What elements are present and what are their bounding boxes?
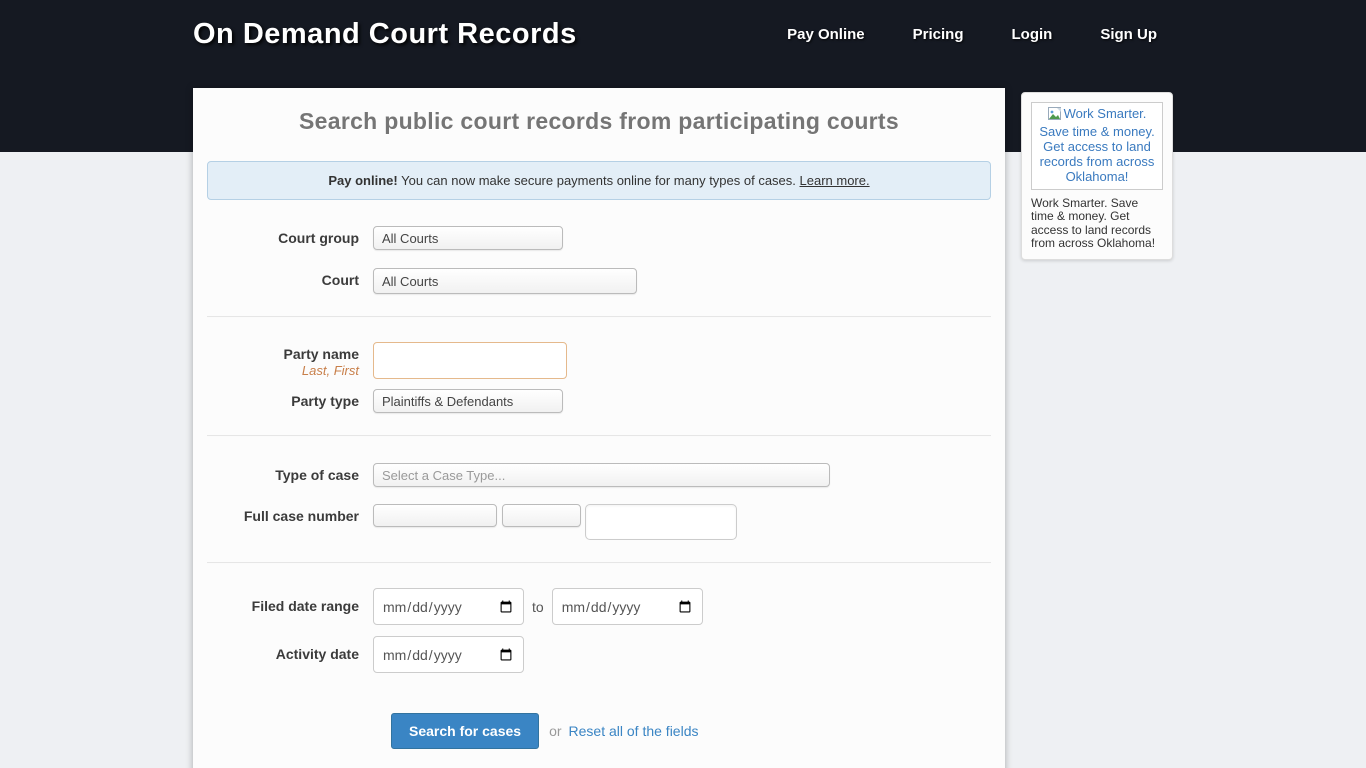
banner-bold-text: Pay online! [328, 173, 397, 188]
section-divider [207, 562, 991, 564]
party-name-input[interactable] [373, 342, 567, 379]
case-number-segment-3[interactable] [585, 504, 737, 540]
party-type-select[interactable]: Plaintiffs & Defendants [373, 389, 563, 413]
broken-image-icon [1048, 107, 1063, 125]
search-panel: Search public court records from partici… [193, 88, 1005, 768]
case-type-select[interactable]: Select a Case Type... [373, 463, 830, 487]
section-divider [207, 435, 991, 437]
sidebar: Work Smarter. Save time & money. Get acc… [1021, 92, 1173, 260]
site-title: On Demand Court Records [193, 18, 577, 51]
party-type-label: Party type [193, 389, 373, 413]
party-name-label: Party name Last, First [193, 342, 373, 379]
activity-date-input[interactable] [373, 636, 524, 673]
court-group-label: Court group [193, 226, 373, 250]
case-number-segment-1[interactable] [373, 504, 497, 527]
party-name-hint: Last, First [193, 363, 359, 378]
reset-fields-link[interactable]: Reset all of the fields [569, 723, 699, 739]
nav-pay-online[interactable]: Pay Online [787, 26, 865, 43]
search-for-cases-button[interactable]: Search for cases [391, 713, 539, 749]
banner-text: You can now make secure payments online … [398, 173, 800, 188]
filed-date-from-input[interactable] [373, 588, 524, 625]
ad-caption: Work Smarter. Save time & money. Get acc… [1031, 197, 1163, 251]
activity-date-label: Activity date [193, 636, 373, 673]
pay-online-banner: Pay online! You can now make secure paym… [207, 161, 991, 200]
filed-date-to-input[interactable] [552, 588, 703, 625]
nav-login[interactable]: Login [1012, 26, 1053, 43]
ad-card: Work Smarter. Save time & money. Get acc… [1021, 92, 1173, 260]
case-number-segment-2[interactable] [502, 504, 581, 527]
nav-sign-up[interactable]: Sign Up [1100, 26, 1157, 43]
ad-link[interactable]: Work Smarter. Save time & money. Get acc… [1039, 106, 1154, 184]
court-group-select[interactable]: All Courts [373, 226, 563, 250]
case-number-label: Full case number [193, 504, 373, 540]
main-nav: Pay Online Pricing Login Sign Up [739, 26, 1173, 43]
section-divider [207, 316, 991, 318]
filed-date-range-label: Filed date range [193, 588, 373, 625]
date-range-separator: to [532, 599, 544, 615]
ad-broken-image-box[interactable]: Work Smarter. Save time & money. Get acc… [1031, 102, 1163, 190]
nav-pricing[interactable]: Pricing [913, 26, 964, 43]
court-label: Court [193, 268, 373, 294]
case-type-label: Type of case [193, 463, 373, 487]
learn-more-link[interactable]: Learn more. [800, 173, 870, 188]
page-title: Search public court records from partici… [193, 88, 1005, 151]
court-select[interactable]: All Courts [373, 268, 637, 294]
or-text: or [549, 723, 561, 739]
